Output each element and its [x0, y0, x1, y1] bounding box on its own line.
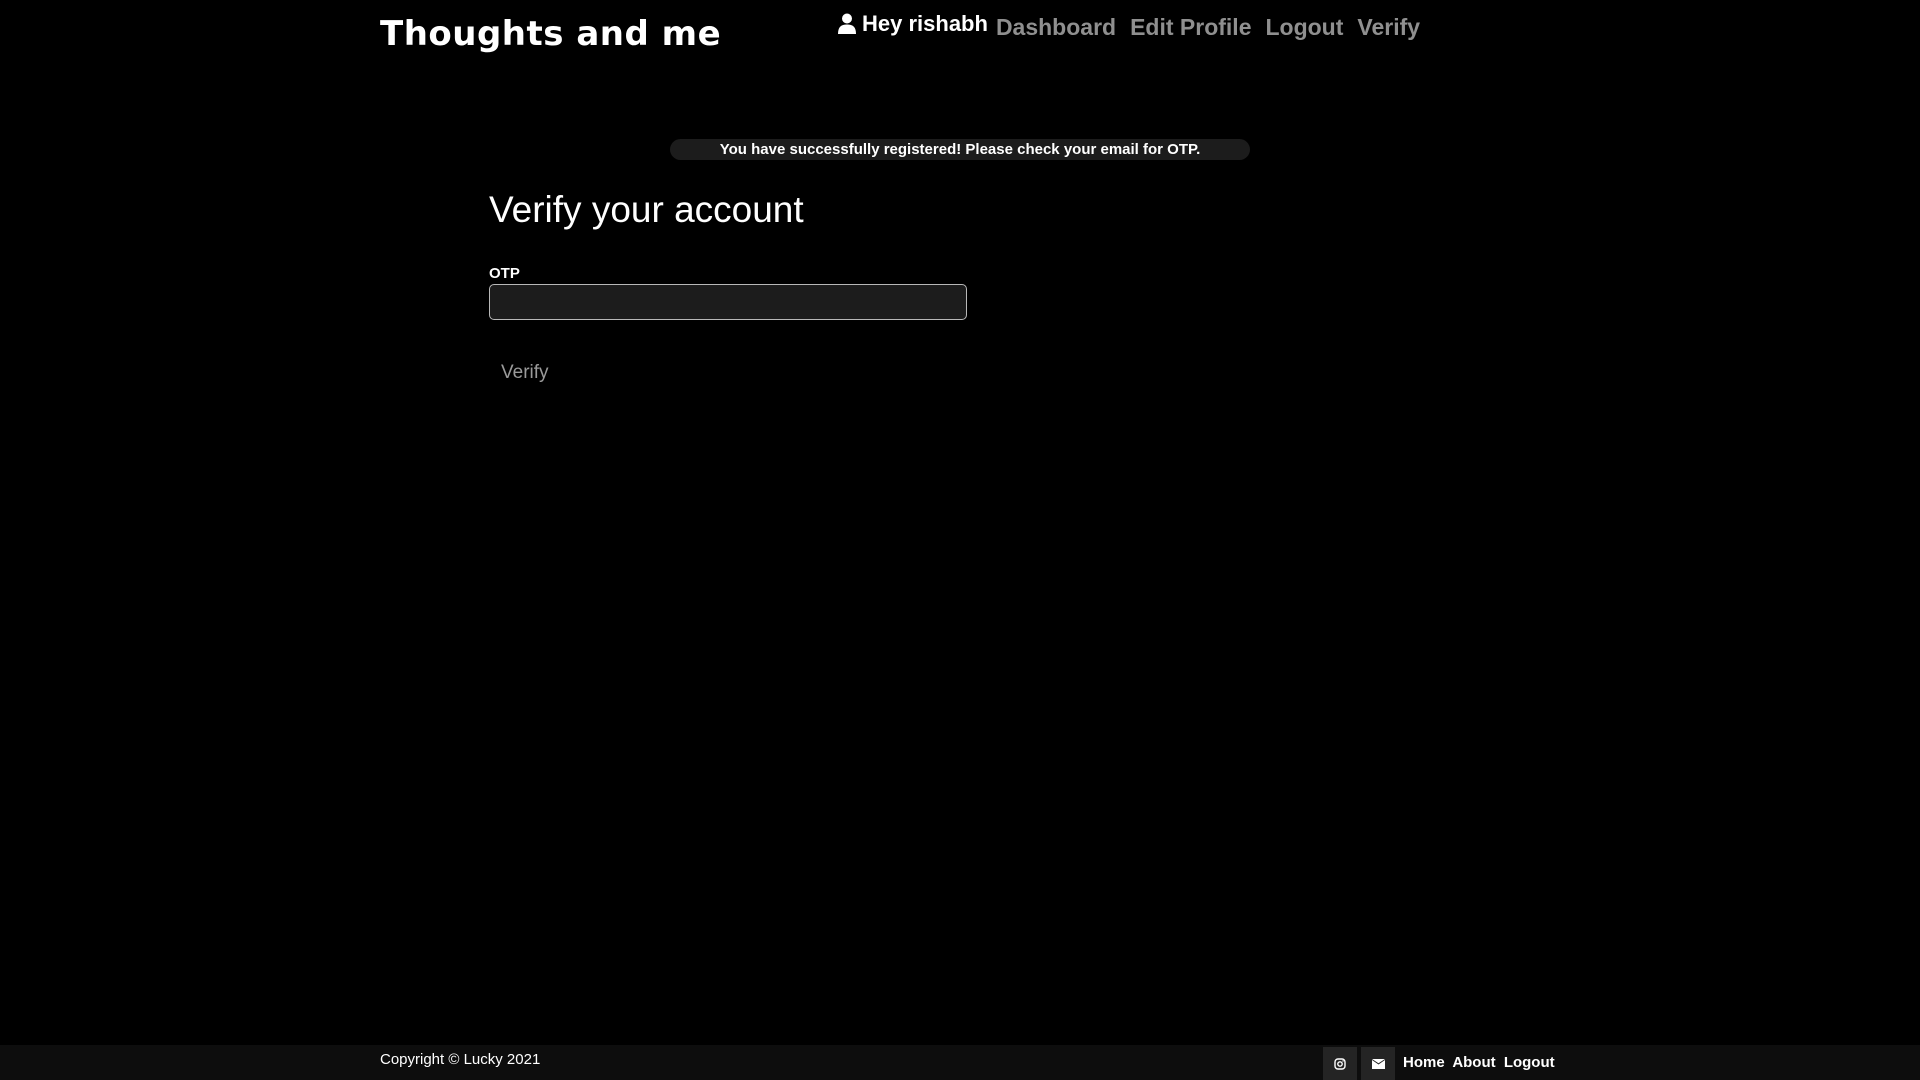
- otp-input[interactable]: [489, 284, 967, 320]
- page-title: Verify your account: [489, 189, 804, 230]
- greeting-text: Hey rishabh: [862, 10, 988, 36]
- user-icon: [838, 13, 856, 34]
- instagram-button[interactable]: [1323, 1047, 1357, 1080]
- instagram-icon: [1334, 1057, 1346, 1070]
- email-button[interactable]: [1361, 1047, 1395, 1080]
- otp-label: OTP: [489, 265, 520, 282]
- success-alert: You have successfully registered! Please…: [670, 139, 1250, 160]
- verify-button[interactable]: Verify: [489, 358, 561, 388]
- nav-logout[interactable]: Logout: [1265, 14, 1343, 41]
- footer-link-about[interactable]: About: [1452, 1054, 1495, 1071]
- user-greeting: Hey rishabh: [838, 11, 988, 37]
- site-logo[interactable]: Thoughts and me: [380, 14, 721, 54]
- nav-dashboard[interactable]: Dashboard: [996, 14, 1116, 41]
- footer: Copyright © Lucky 2021 Home About Logout: [0, 1045, 1920, 1080]
- footer-links: Home About Logout: [1403, 1054, 1559, 1071]
- footer-link-home[interactable]: Home: [1403, 1054, 1445, 1071]
- page: Thoughts and me Hey rishabh Dashboard Ed…: [0, 0, 1920, 1080]
- nav-edit-profile[interactable]: Edit Profile: [1130, 14, 1251, 41]
- nav-verify[interactable]: Verify: [1357, 14, 1420, 41]
- top-nav: Hey rishabh Dashboard Edit Profile Logou…: [838, 11, 1420, 41]
- footer-link-logout[interactable]: Logout: [1504, 1054, 1555, 1071]
- copyright-text: Copyright © Lucky 2021: [380, 1051, 541, 1068]
- envelope-icon: [1371, 1058, 1385, 1069]
